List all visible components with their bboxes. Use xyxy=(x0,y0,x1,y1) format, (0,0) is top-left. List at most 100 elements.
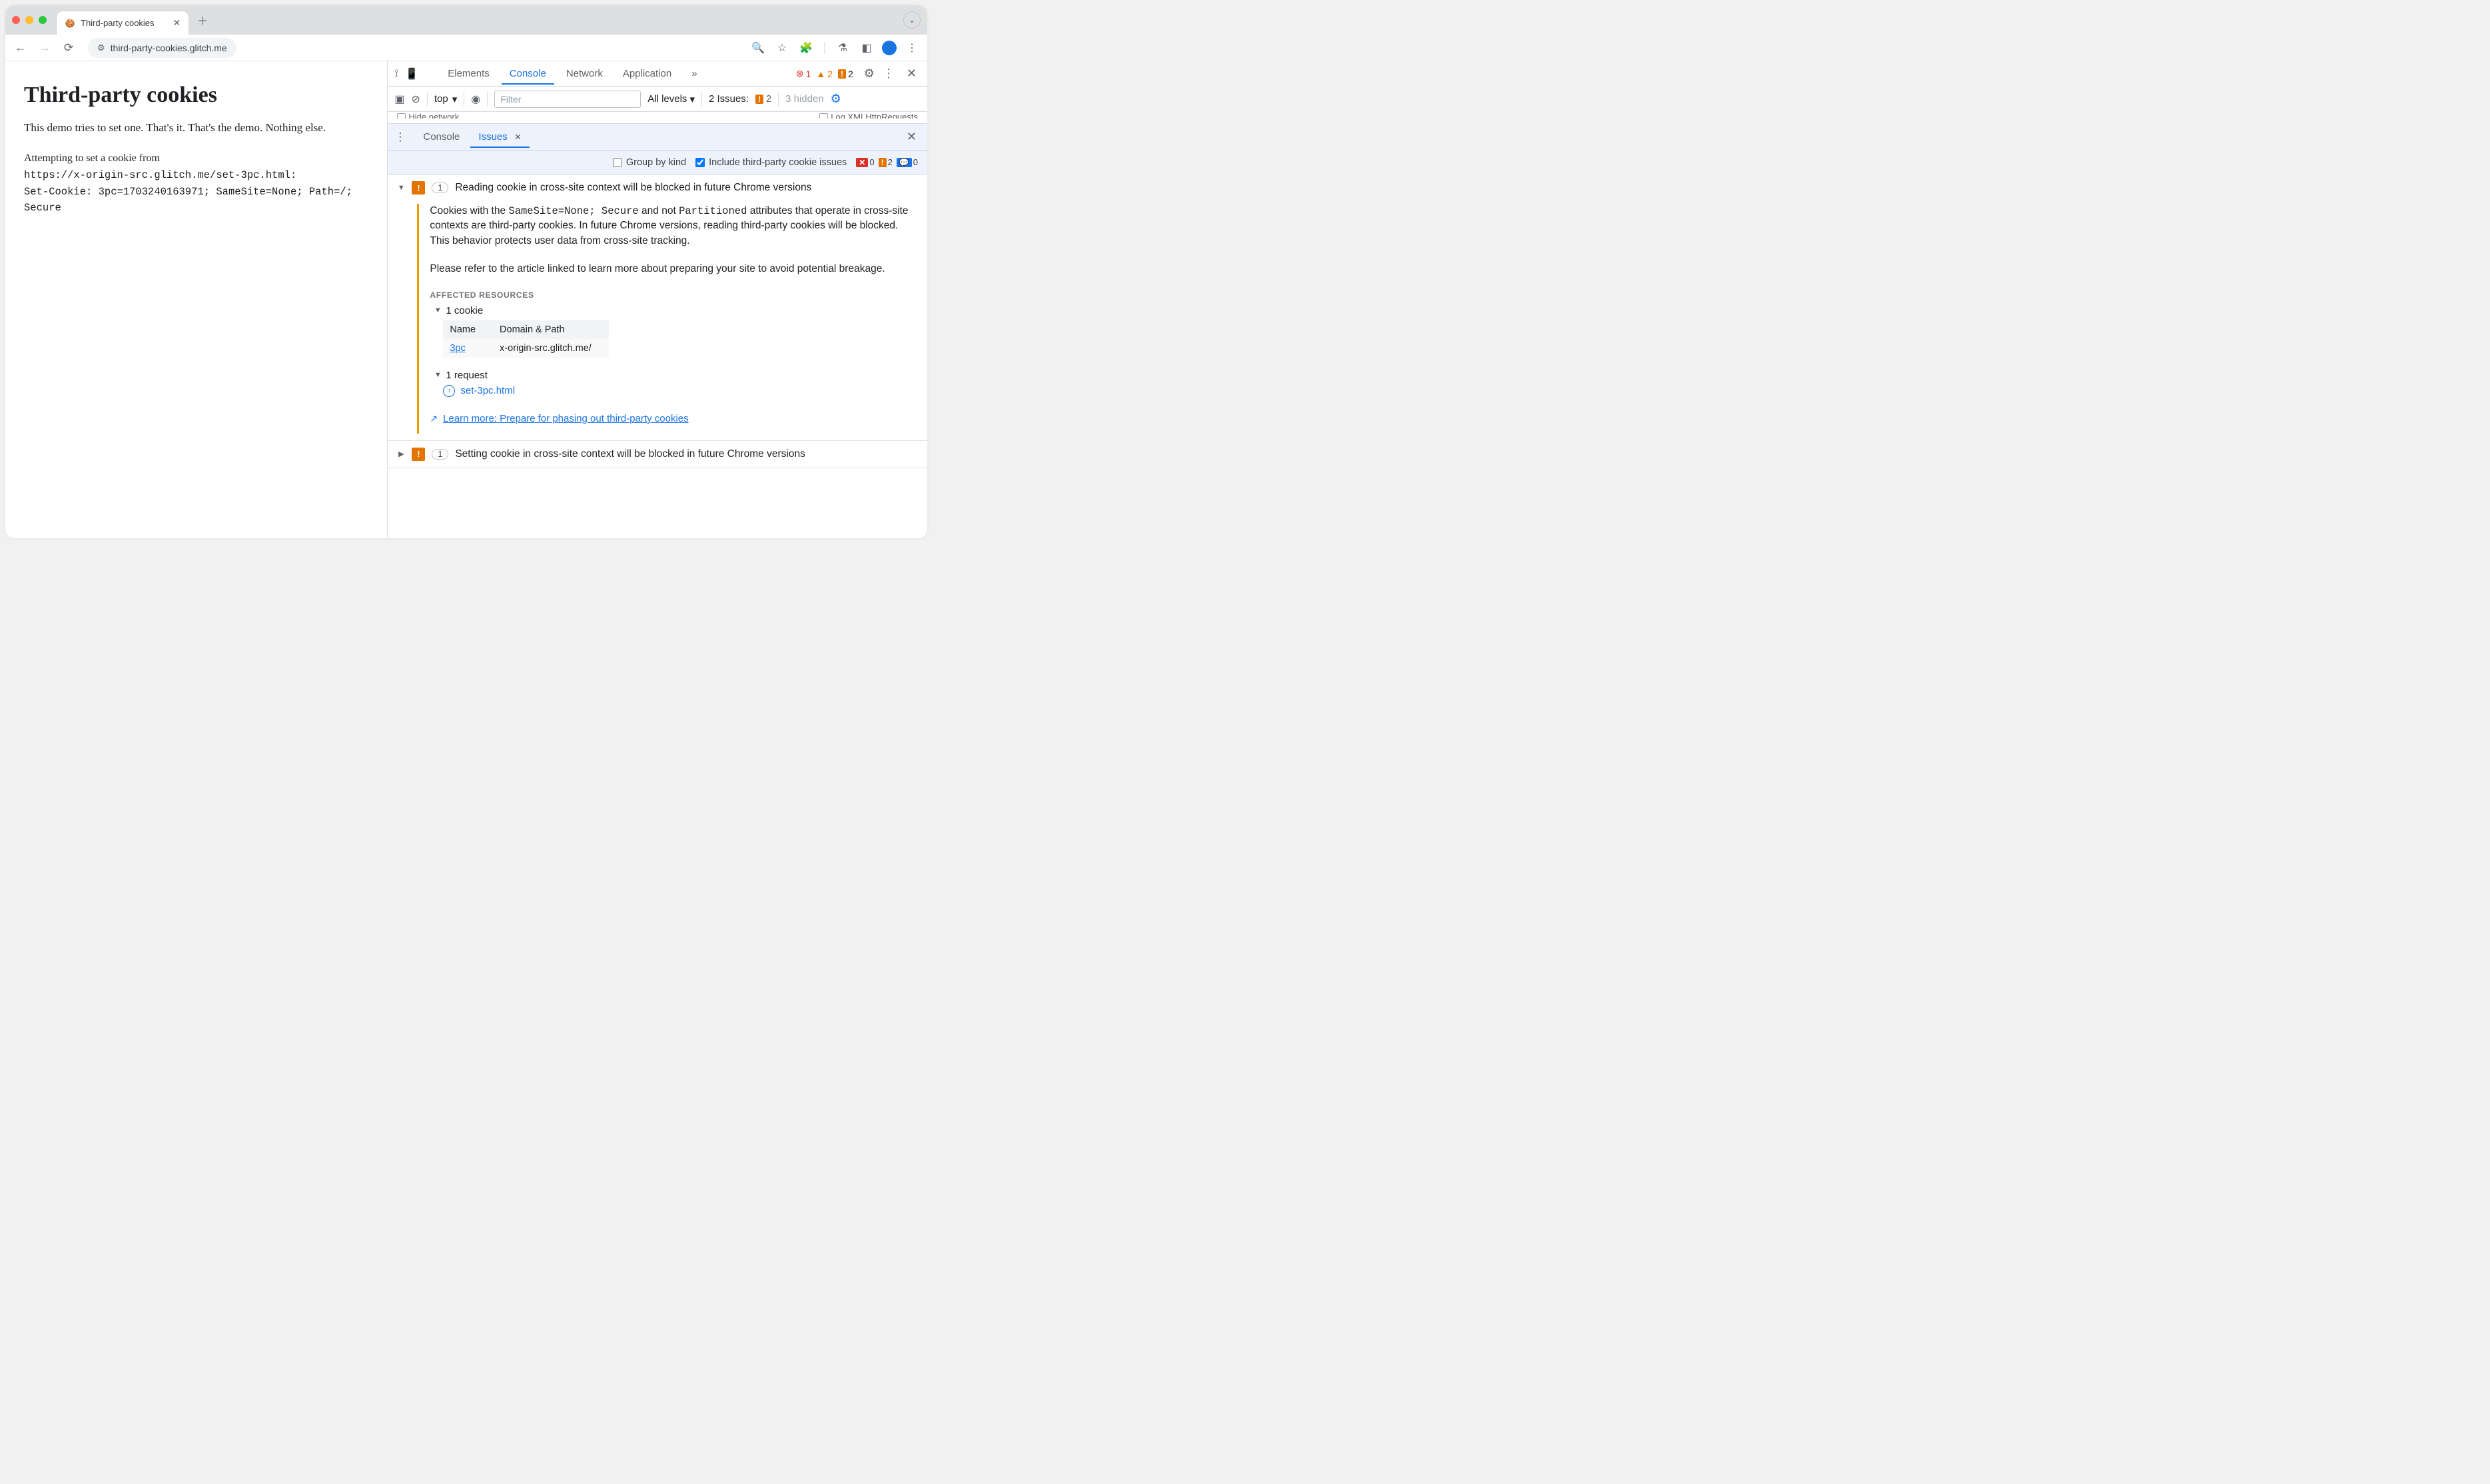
drawer-tab-console[interactable]: Console xyxy=(415,126,468,148)
table-header-row: Name Domain & Path xyxy=(443,320,608,339)
issue-severity-icon: ! xyxy=(412,181,425,194)
reload-button[interactable]: ⟳ xyxy=(60,41,77,55)
tab-console[interactable]: Console xyxy=(502,63,554,85)
live-expression-icon[interactable]: ◉ xyxy=(471,93,480,106)
new-tab-button[interactable]: ＋ xyxy=(193,11,212,29)
drawer-menu-icon[interactable]: ⋮ xyxy=(394,131,406,144)
issue-severity-icon: ! xyxy=(412,448,425,461)
maximize-window-icon[interactable] xyxy=(39,16,47,24)
window-traffic-lights xyxy=(12,16,47,24)
issue-header[interactable]: ▶ ! 1 Setting cookie in cross-site conte… xyxy=(397,448,918,461)
side-panel-icon[interactable]: ◧ xyxy=(858,41,875,55)
active-tab[interactable]: 🍪 Third-party cookies ✕ xyxy=(56,11,189,35)
chrome-menu-icon[interactable]: ⋮ xyxy=(903,41,921,55)
issue-count-pill: 1 xyxy=(432,183,448,193)
console-settings-clipped: Hide network Log XMLHttpRequests xyxy=(388,112,927,124)
more-tabs-button[interactable]: » xyxy=(683,63,705,85)
tab-title: Third-party cookies xyxy=(81,18,155,28)
cookie-name-link[interactable]: 3pc xyxy=(450,343,465,354)
issues-counts: ✕ 0 ! 2 💬 0 xyxy=(856,157,918,167)
col-name: Name xyxy=(443,320,493,339)
disclosure-triangle-icon[interactable]: ▼ xyxy=(397,184,405,192)
divider xyxy=(487,92,488,107)
tab-elements[interactable]: Elements xyxy=(440,63,498,85)
drawer-tab-close-icon[interactable]: ✕ xyxy=(514,132,522,142)
error-badge[interactable]: ⊗ 1 xyxy=(796,68,811,79)
group-by-kind-checkbox[interactable]: Group by kind xyxy=(613,157,686,168)
issue-title: Setting cookie in cross-site context wil… xyxy=(455,448,805,460)
page-intro: This demo tries to set one. That's it. T… xyxy=(24,121,368,135)
issue-count-pill: 1 xyxy=(432,449,448,460)
close-window-icon[interactable] xyxy=(12,16,20,24)
learn-more-link[interactable]: ↗ Learn more: Prepare for phasing out th… xyxy=(430,413,918,424)
site-settings-icon[interactable]: ⚙ xyxy=(97,43,105,53)
devtools-settings-icon[interactable]: ⚙ xyxy=(864,67,875,81)
disclosure-triangle-icon: ▼ xyxy=(434,306,442,314)
tab-close-icon[interactable]: ✕ xyxy=(173,17,181,29)
affected-request-link[interactable]: ↕ set-3pc.html xyxy=(443,385,918,397)
request-icon: ↕ xyxy=(443,385,455,397)
extensions-icon[interactable]: 🧩 xyxy=(797,41,815,55)
drawer-tab-issues[interactable]: Issues ✕ xyxy=(470,126,529,148)
issue-header[interactable]: ▼ ! 1 Reading cookie in cross-site conte… xyxy=(397,181,918,194)
divider xyxy=(427,92,428,107)
profile-avatar[interactable]: 👤 xyxy=(882,41,897,55)
console-toolbar: ▣ ⊘ top ▾ ◉ Filter All levels ▾ 2 Issues… xyxy=(388,87,927,112)
table-row: 3pc x-origin-src.glitch.me/ xyxy=(443,339,608,358)
nav-back-button[interactable]: ← xyxy=(12,41,29,55)
log-level-selector[interactable]: All levels ▾ xyxy=(647,93,695,105)
divider xyxy=(778,92,779,107)
bookmark-star-icon[interactable]: ☆ xyxy=(773,41,791,55)
omnibox[interactable]: ⚙ third-party-cookies.glitch.me xyxy=(88,38,236,58)
tabs-overflow-button[interactable]: ⌄ xyxy=(903,11,921,29)
minimize-window-icon[interactable] xyxy=(25,16,33,24)
devtools-menu-icon[interactable]: ⋮ xyxy=(879,67,899,81)
console-filter-input[interactable]: Filter xyxy=(494,91,641,108)
attempt-colon: : xyxy=(290,169,296,181)
console-settings-icon[interactable]: ⚙ xyxy=(831,92,841,106)
clear-console-icon[interactable]: ⊘ xyxy=(411,93,420,106)
issue-paragraph: Please refer to the article linked to le… xyxy=(430,262,918,276)
console-sidebar-toggle-icon[interactable]: ▣ xyxy=(394,93,404,106)
info-count: 💬 0 xyxy=(897,157,918,167)
issues-count-label[interactable]: 2 Issues: xyxy=(709,93,749,105)
inspect-element-icon[interactable]: ⟟ xyxy=(394,68,398,80)
zoom-icon[interactable]: 🔍 xyxy=(749,41,767,55)
context-selector[interactable]: top ▾ xyxy=(434,93,457,105)
chrome-tab-strip: 🍪 Third-party cookies ✕ ＋ ⌄ xyxy=(5,5,927,35)
err-count: ✕ 0 xyxy=(856,157,874,167)
drawer-close-icon[interactable]: ✕ xyxy=(903,130,921,144)
hide-network-checkbox[interactable] xyxy=(397,113,406,119)
tab-favicon: 🍪 xyxy=(65,18,75,29)
disclosure-triangle-icon[interactable]: ▶ xyxy=(397,450,405,458)
issue-title: Reading cookie in cross-site context wil… xyxy=(455,182,811,194)
issue-item: ▼ ! 1 Reading cookie in cross-site conte… xyxy=(388,175,927,441)
issues-body: ▼ ! 1 Reading cookie in cross-site conte… xyxy=(388,175,927,538)
issue-item: ▶ ! 1 Setting cookie in cross-site conte… xyxy=(388,441,927,468)
demo-output: Attempting to set a cookie from https://… xyxy=(24,151,368,216)
tab-network[interactable]: Network xyxy=(558,63,611,85)
affected-cookies-table: Name Domain & Path 3pc x-origin-src.glit… xyxy=(443,320,608,358)
attempt-url: https://x-origin-src.glitch.me/set-3pc.h… xyxy=(24,169,290,181)
devtools-panel: ⟟ 📱 Elements Console Network Application… xyxy=(388,61,927,538)
log-xhr-checkbox[interactable] xyxy=(819,113,828,119)
page-h1: Third-party cookies xyxy=(24,83,368,108)
include-3pc-checkbox[interactable]: Include third-party cookie issues xyxy=(695,157,847,168)
cookie-toggle[interactable]: ▼ 1 cookie xyxy=(434,305,918,316)
content-split: Third-party cookies This demo tries to s… xyxy=(5,61,927,538)
devtools-close-icon[interactable]: ✕ xyxy=(903,67,921,81)
url-text: third-party-cookies.glitch.me xyxy=(111,43,227,53)
labs-icon[interactable]: ⚗ xyxy=(834,41,851,55)
devtools-main-tabs: ⟟ 📱 Elements Console Network Application… xyxy=(388,61,927,87)
nav-forward-button[interactable]: → xyxy=(36,41,53,55)
device-toolbar-icon[interactable]: 📱 xyxy=(405,67,418,81)
attempt-text: Attempting to set a cookie from xyxy=(24,153,160,164)
request-toggle[interactable]: ▼ 1 request xyxy=(434,370,918,381)
warning-badge[interactable]: ▲ 2 xyxy=(816,69,833,79)
external-link-icon: ↗ xyxy=(430,413,438,424)
cookie-domain-cell: x-origin-src.glitch.me/ xyxy=(493,339,609,358)
tab-application[interactable]: Application xyxy=(615,63,679,85)
issue-warn-badge[interactable]: ! 2 xyxy=(838,69,853,79)
hidden-messages-label[interactable]: 3 hidden xyxy=(785,93,824,105)
web-page-content: Third-party cookies This demo tries to s… xyxy=(5,61,388,538)
